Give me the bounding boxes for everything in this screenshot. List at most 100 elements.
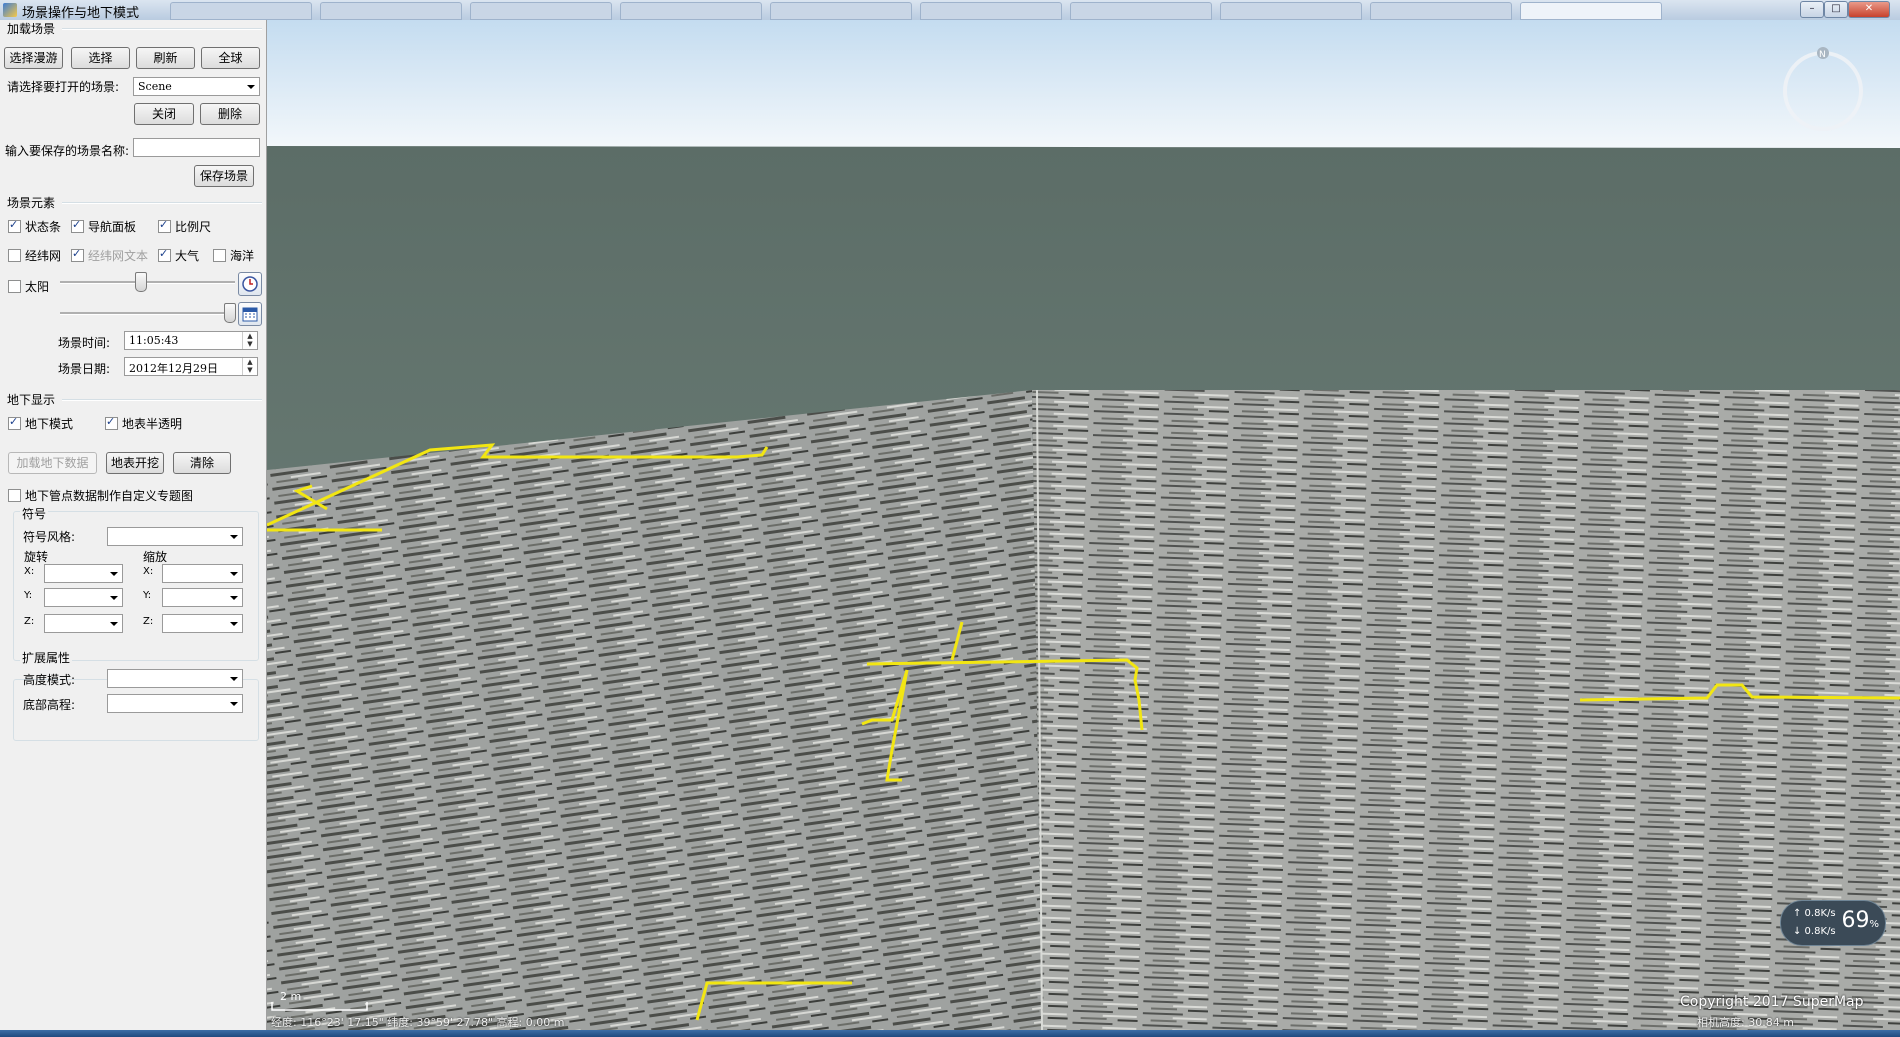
close-scene-button[interactable]: 关闭 xyxy=(134,103,194,125)
background-tab[interactable] xyxy=(1220,2,1362,20)
download-speed: ↓ 0.8K/s xyxy=(1793,926,1836,937)
load-underground-button[interactable]: 加载地下数据 xyxy=(8,452,97,474)
rotate-z-select[interactable] xyxy=(44,614,123,633)
atmosphere-checkbox[interactable]: 大气 xyxy=(158,247,199,264)
symbol-group-label: 符号 xyxy=(20,505,49,522)
chevron-down-icon xyxy=(230,677,238,681)
rock-block-left-face xyxy=(267,390,1042,1030)
checkbox-box xyxy=(158,247,171,262)
sky xyxy=(267,20,1900,150)
translucent-checkbox[interactable]: 地表半透明 xyxy=(105,415,182,432)
rotate-x-select[interactable] xyxy=(44,564,123,583)
checkbox-box xyxy=(71,218,84,233)
title-bar: 场景操作与地下模式 – □ ✕ xyxy=(0,0,1900,21)
translucent-label: 地表半透明 xyxy=(122,417,183,431)
rotate-x-label: X: xyxy=(24,566,35,577)
checkbox-box xyxy=(213,249,226,262)
sun-label: 太阳 xyxy=(25,280,50,294)
sun-checkbox[interactable]: 太阳 xyxy=(8,278,49,295)
background-tab[interactable] xyxy=(1070,2,1212,20)
chevron-down-icon xyxy=(110,622,118,626)
delete-scene-button[interactable]: 删除 xyxy=(200,103,260,125)
save-name-input[interactable] xyxy=(133,138,260,157)
globe-button[interactable]: 全球 xyxy=(201,47,260,69)
network-speed-widget[interactable]: ↑ 0.8K/s ↓ 0.8K/s 69% xyxy=(1780,900,1886,946)
height-mode-label: 高度模式: xyxy=(23,673,76,687)
graticule-label: 经纬网 xyxy=(25,249,62,263)
background-tab[interactable] xyxy=(470,2,612,20)
control-panel: 加载场景 选择漫游 选择 刷新 全球 请选择要打开的场景: Scene 关闭 删… xyxy=(0,20,267,1030)
date-slider-track xyxy=(60,312,235,315)
background-tab[interactable] xyxy=(620,2,762,20)
rock-block-right-face xyxy=(1032,390,1900,1030)
background-tab[interactable] xyxy=(170,2,312,20)
scale-label: 缩放 xyxy=(143,550,168,564)
browse-scene-button[interactable]: 选择漫游 xyxy=(4,47,63,69)
scale-x-select[interactable] xyxy=(162,564,243,583)
chevron-down-icon xyxy=(230,702,238,706)
scene-viewport[interactable]: N 2 m Copyright 2017 SuperMap 经度: 116°23… xyxy=(267,20,1900,1030)
save-scene-button[interactable]: 保存场景 xyxy=(194,165,254,187)
scene-time-input[interactable]: 11:05:43 ▲ ▼ xyxy=(124,331,258,350)
nav-panel-checkbox[interactable]: 导航面板 xyxy=(71,218,136,235)
ocean-checkbox[interactable]: 海洋 xyxy=(213,247,254,264)
rotate-label: 旋转 xyxy=(24,550,49,564)
background-tab[interactable] xyxy=(1520,2,1662,20)
scene-time-value: 11:05:43 xyxy=(129,334,179,347)
scene-date-input[interactable]: 2012年12月29日 ▲ ▼ xyxy=(124,357,258,376)
clock-button[interactable] xyxy=(238,272,262,296)
bottom-alt-select[interactable] xyxy=(107,694,243,713)
underground-mode-checkbox[interactable]: 地下模式 xyxy=(8,415,73,432)
refresh-button[interactable]: 刷新 xyxy=(136,47,195,69)
rotate-z-label: Z: xyxy=(24,616,35,627)
compass-north-label: N xyxy=(1819,50,1826,60)
taskbar[interactable] xyxy=(0,1030,1900,1037)
background-tab[interactable] xyxy=(920,2,1062,20)
background-tab[interactable] xyxy=(770,2,912,20)
chevron-down-icon xyxy=(247,85,255,89)
background-tab[interactable] xyxy=(320,2,462,20)
spinner-icon[interactable]: ▲ ▼ xyxy=(242,358,257,375)
date-slider-thumb[interactable] xyxy=(224,303,236,323)
scale-z-label: Z: xyxy=(143,616,154,627)
clock-icon xyxy=(242,276,258,292)
memory-percent: 69% xyxy=(1841,908,1879,933)
checkbox-box xyxy=(8,489,21,502)
checkbox-box xyxy=(105,415,118,430)
chevron-down-icon xyxy=(230,596,238,600)
scale-y-label: Y: xyxy=(143,590,152,601)
status-bar-label: 状态条 xyxy=(25,220,62,234)
scale-y-select[interactable] xyxy=(162,588,243,607)
choose-scene-label: 请选择要打开的场景: xyxy=(7,80,120,94)
spinner-icon[interactable]: ▲ ▼ xyxy=(242,332,257,349)
maximize-button[interactable]: □ xyxy=(1824,1,1848,18)
graticule-text-checkbox[interactable]: 经纬网文本 xyxy=(71,247,148,264)
copyright-text: Copyright 2017 SuperMap xyxy=(1680,994,1864,1010)
scene-select[interactable]: Scene xyxy=(133,77,260,96)
excavate-button[interactable]: 地表开挖 xyxy=(106,452,164,474)
select-button[interactable]: 选择 xyxy=(71,47,130,69)
scale-z-select[interactable] xyxy=(162,614,243,633)
status-bar-checkbox[interactable]: 状态条 xyxy=(8,218,61,235)
extended-group-label: 扩展属性 xyxy=(20,649,73,666)
group-divider xyxy=(62,399,262,401)
window-title: 场景操作与地下模式 xyxy=(22,6,140,21)
thematic-checkbox[interactable]: 地下管点数据制作自定义专题图 xyxy=(8,487,193,504)
save-name-label: 输入要保存的场景名称: xyxy=(5,144,130,158)
symbol-style-select[interactable] xyxy=(107,527,243,546)
close-button[interactable]: ✕ xyxy=(1848,1,1890,18)
height-mode-select[interactable] xyxy=(107,669,243,688)
chevron-down-icon xyxy=(230,572,238,576)
calendar-button[interactable] xyxy=(238,302,262,326)
minimize-button[interactable]: – xyxy=(1800,1,1824,18)
scene-render[interactable]: N 2 m xyxy=(267,20,1900,1030)
clear-button[interactable]: 清除 xyxy=(173,452,231,474)
rotate-y-select[interactable] xyxy=(44,588,123,607)
background-tab[interactable] xyxy=(1370,2,1512,20)
scale-bar-checkbox[interactable]: 比例尺 xyxy=(158,218,211,235)
graticule-checkbox[interactable]: 经纬网 xyxy=(8,247,61,264)
time-slider-thumb[interactable] xyxy=(135,272,147,292)
thematic-label: 地下管点数据制作自定义专题图 xyxy=(25,489,194,503)
chevron-down-icon xyxy=(230,622,238,626)
scale-bar-label: 2 m xyxy=(280,990,301,1003)
